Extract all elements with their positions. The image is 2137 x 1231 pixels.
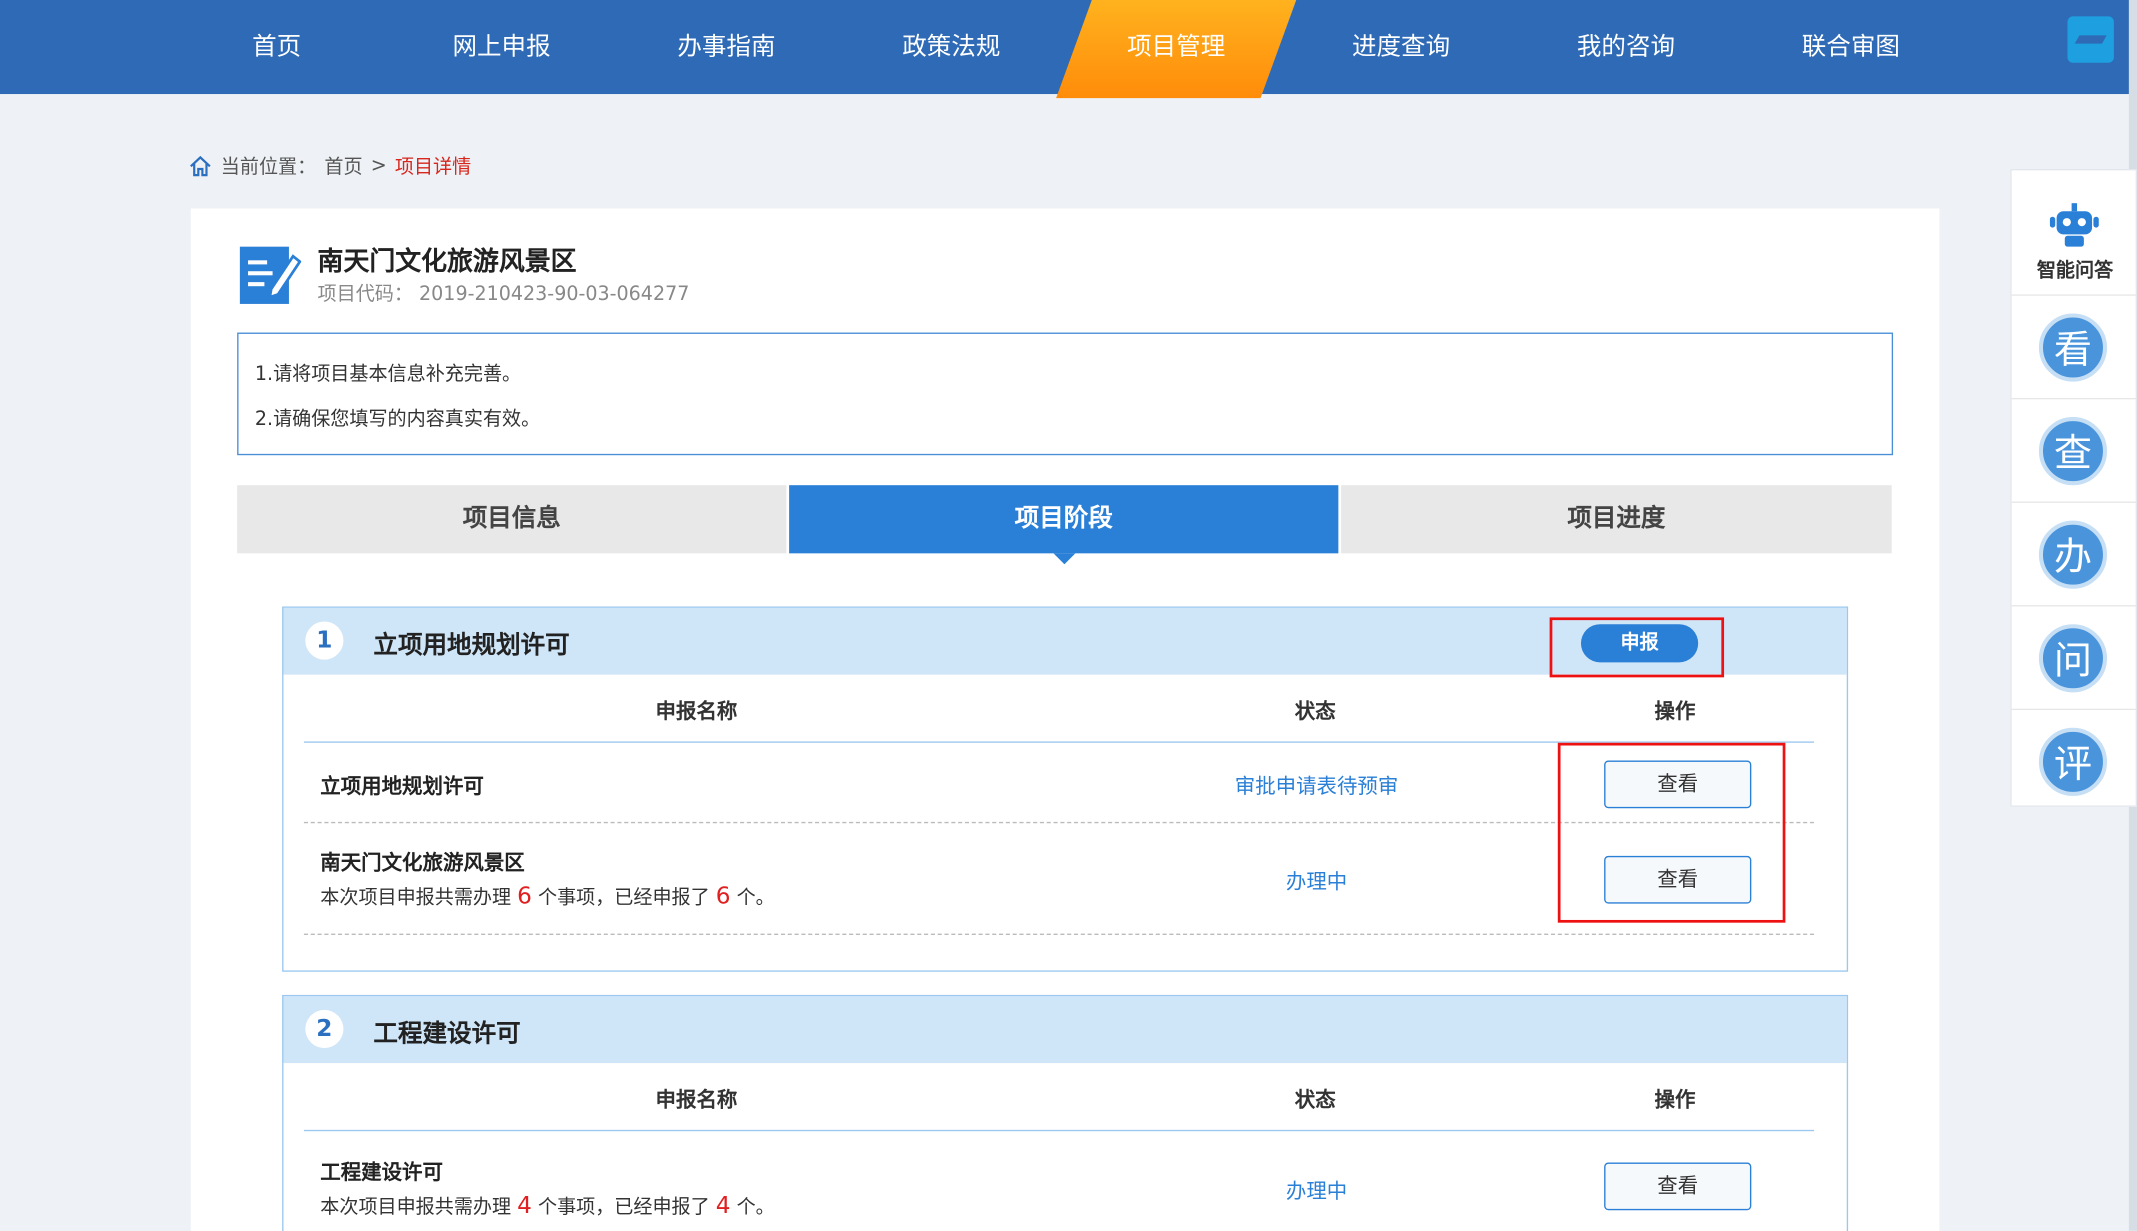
project-document-icon — [239, 246, 302, 304]
col-header-action: 操作 — [1654, 1087, 1696, 1113]
breadcrumb-label: 当前位置： — [220, 156, 317, 179]
project-code-value: 2019-210423-90-03-064277 — [419, 283, 690, 306]
notice-box: 1.请将项目基本信息补充完善。 2.请确保您填写的内容真实有效。 — [237, 332, 1894, 456]
smart-qa-button[interactable]: 智能问答 — [2011, 170, 2137, 296]
summary-text-pre: 本次项目申报共需办理 — [320, 887, 512, 910]
robot-icon — [2049, 203, 2099, 247]
summary-total-count: 4 — [517, 1192, 532, 1220]
nav-item-my-consult[interactable]: 我的咨询 — [1531, 0, 1722, 94]
tab-project-stage[interactable]: 项目阶段 — [789, 485, 1339, 554]
nav-item-guide[interactable]: 办事指南 — [631, 0, 822, 94]
summary-total-count: 6 — [517, 883, 532, 911]
summary-text-mid: 个事项，已经申报了 — [537, 887, 710, 910]
row-status-link[interactable]: 审批申请表待预审 — [1180, 771, 1453, 800]
summary-text-post: 个。 — [736, 887, 775, 910]
nav-item-progress-query[interactable]: 进度查询 — [1306, 0, 1497, 94]
top-nav: 首页 网上申报 办事指南 政策法规 项目管理 进度查询 我的咨询 联合审图 — [0, 0, 2137, 99]
stage-2-panel: 2 工程建设许可 申报名称 状态 操作 工程建设许可 本次项目申报共需办理 4 … — [282, 994, 1849, 1231]
smart-qa-label: 智能问答 — [2036, 260, 2114, 283]
row-summary: 本次项目申报共需办理 4 个事项，已经申报了 4 个。 — [320, 1193, 774, 1220]
summary-done-count: 6 — [715, 883, 731, 911]
stage-2-number: 2 — [305, 1009, 344, 1049]
summary-done-count: 4 — [715, 1192, 731, 1220]
home-icon — [190, 155, 211, 177]
stage-1-number: 1 — [305, 621, 344, 660]
tab-project-progress[interactable]: 项目进度 — [1341, 485, 1892, 554]
tab-project-info[interactable]: 项目信息 — [237, 485, 787, 554]
side-item-evaluate[interactable]: 评 — [2012, 710, 2137, 814]
side-item-search[interactable]: 查 — [2011, 399, 2137, 503]
search-char-icon: 查 — [2038, 417, 2108, 486]
stage-2-header: 2 工程建设许可 — [283, 996, 1847, 1064]
ask-char-icon: 问 — [2038, 624, 2108, 693]
col-header-action: 操作 — [1654, 699, 1696, 724]
notice-line-2: 2.请确保您填写的内容真实有效。 — [254, 408, 541, 431]
table-row: 工程建设许可 本次项目申报共需办理 4 个事项，已经申报了 4 个。 办理中 查… — [304, 1133, 1814, 1231]
notice-line-1: 1.请将项目基本信息补充完善。 — [254, 363, 522, 386]
col-header-status: 状态 — [1294, 699, 1336, 724]
summary-text-pre: 本次项目申报共需办理 — [320, 1196, 512, 1219]
stage-2-table-header: 申报名称 状态 操作 — [303, 1063, 1815, 1132]
row-name: 立项用地规划许可 — [320, 774, 484, 799]
summary-text-post: 个。 — [736, 1196, 775, 1219]
project-code-label: 项目代码： — [317, 283, 413, 306]
side-item-ask[interactable]: 问 — [2011, 606, 2137, 711]
nav-item-home[interactable]: 首页 — [181, 0, 372, 94]
side-item-handle[interactable]: 办 — [2011, 503, 2137, 607]
breadcrumb-current: 项目详情 — [394, 156, 472, 179]
handle-char-icon: 办 — [2038, 520, 2108, 589]
project-code: 项目代码： 2019-210423-90-03-064277 — [318, 279, 690, 306]
evaluate-char-icon: 评 — [2038, 727, 2108, 796]
row-name: 南天门文化旅游风景区 — [320, 850, 525, 875]
stage-2-title: 工程建设许可 — [373, 1019, 521, 1049]
floating-sidebar: 智能问答 看 查 办 问 评 — [2010, 168, 2137, 807]
stage-1-table-header: 申报名称 状态 操作 — [303, 675, 1815, 743]
stage-1-title: 立项用地规划许可 — [373, 631, 570, 660]
active-tab-indicator — [1053, 553, 1076, 565]
row-name: 工程建设许可 — [320, 1159, 443, 1185]
col-header-name: 申报名称 — [655, 1087, 738, 1113]
tab-bar: 项目信息 项目阶段 项目进度 — [237, 485, 1892, 554]
view-char-icon: 看 — [2038, 313, 2108, 382]
row-summary: 本次项目申报共需办理 6 个事项，已经申报了 6 个。 — [320, 883, 774, 910]
breadcrumb: 当前位置： 首页 > 项目详情 — [188, 153, 471, 180]
nav-item-online-apply[interactable]: 网上申报 — [406, 0, 597, 94]
project-title: 南天门文化旅游风景区 — [317, 246, 577, 277]
col-header-name: 申报名称 — [655, 699, 738, 724]
summary-text-mid: 个事项，已经申报了 — [537, 1196, 710, 1219]
view-button[interactable]: 查看 — [1604, 1162, 1752, 1211]
row-status-link[interactable]: 办理中 — [1180, 1176, 1453, 1205]
highlight-box-view-buttons — [1557, 742, 1786, 923]
highlight-box-apply — [1549, 617, 1725, 678]
side-item-view[interactable]: 看 — [2011, 296, 2137, 400]
nav-item-joint-review[interactable]: 联合审图 — [1755, 0, 1946, 94]
col-header-status: 状态 — [1294, 1087, 1336, 1113]
nav-item-policy[interactable]: 政策法规 — [856, 0, 1047, 94]
app-logo-icon[interactable] — [2067, 16, 2114, 63]
nav-item-project-management[interactable]: 项目管理 — [1081, 0, 1272, 94]
breadcrumb-home-link[interactable]: 首页 — [324, 153, 362, 180]
row-status-link[interactable]: 办理中 — [1180, 867, 1453, 896]
breadcrumb-separator: > — [370, 155, 387, 178]
